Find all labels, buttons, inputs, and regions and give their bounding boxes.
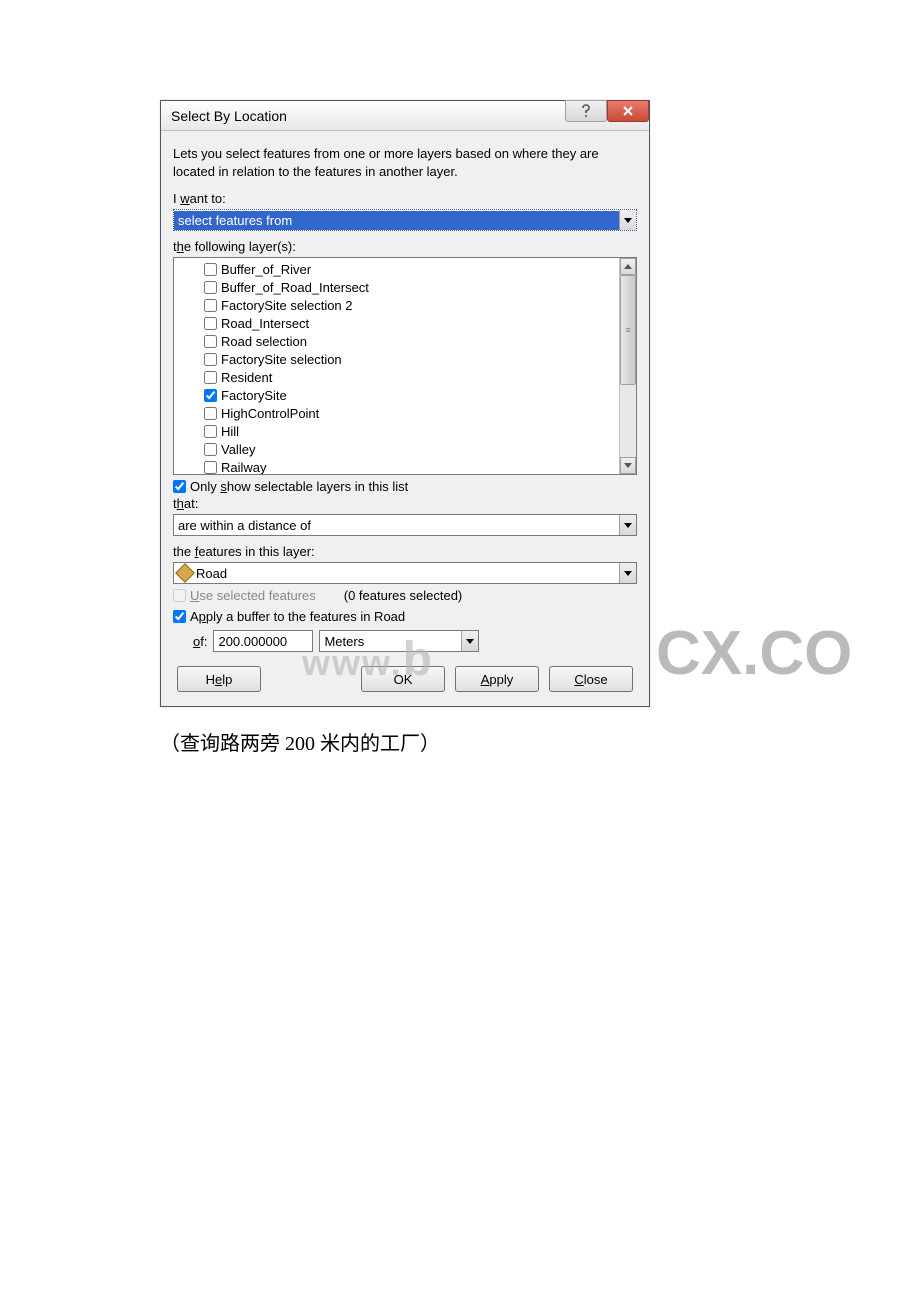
feature-layer-name: Road: [196, 566, 227, 581]
help-button[interactable]: Help: [177, 666, 261, 692]
titlebar: Select By Location: [161, 101, 649, 131]
ok-button[interactable]: OK: [361, 666, 445, 692]
close-button[interactable]: [607, 100, 649, 122]
layer-checkbox[interactable]: [204, 443, 217, 456]
button-row: Help OK Apply Close: [173, 666, 637, 692]
layer-item[interactable]: Buffer_of_River: [204, 260, 619, 278]
scroll-thumb[interactable]: [620, 275, 636, 385]
layer-label: Road selection: [221, 334, 307, 349]
scroll-track[interactable]: [620, 275, 636, 457]
layer-checkbox[interactable]: [204, 335, 217, 348]
use-selected-features-row: Use selected features (0 features select…: [173, 588, 637, 603]
buffer-unit-value: Meters: [320, 634, 461, 649]
layer-item[interactable]: HighControlPoint: [204, 404, 619, 422]
layer-checkbox[interactable]: [204, 353, 217, 366]
question-icon: [580, 104, 592, 118]
layer-checkbox[interactable]: [204, 461, 217, 474]
layer-label: Buffer_of_River: [221, 262, 311, 277]
layer-checkbox[interactable]: [204, 263, 217, 276]
only-show-selectable-checkbox[interactable]: [173, 480, 186, 493]
layer-checkbox[interactable]: [204, 407, 217, 420]
layer-item[interactable]: Hill: [204, 422, 619, 440]
feature-layer-value: Road: [174, 566, 619, 581]
buffer-input-row: of: Meters: [193, 630, 637, 652]
apply-buffer-row: Apply a buffer to the features in Road: [173, 609, 637, 624]
layer-label: HighControlPoint: [221, 406, 319, 421]
feature-layer-dropdown[interactable]: Road: [173, 562, 637, 584]
layer-label: Valley: [221, 442, 255, 457]
titlebar-buttons: [565, 101, 649, 130]
layer-checkbox[interactable]: [204, 389, 217, 402]
layer-checkbox[interactable]: [204, 281, 217, 294]
scrollbar[interactable]: [619, 258, 636, 474]
features-selected-count: (0 features selected): [344, 588, 463, 603]
layer-item[interactable]: FactorySite: [204, 386, 619, 404]
layer-list: Buffer_of_River Buffer_of_Road_Intersect…: [173, 257, 637, 475]
layer-label: FactorySite: [221, 388, 287, 403]
dropdown-arrow-icon: [619, 515, 636, 535]
help-icon-button[interactable]: [565, 100, 607, 122]
layer-item[interactable]: Railway: [204, 458, 619, 475]
that-dropdown[interactable]: are within a distance of: [173, 514, 637, 536]
caption-text: （查询路两旁 200 米内的工厂）: [160, 727, 760, 756]
of-label: of:: [193, 634, 207, 649]
that-label: that:: [173, 496, 637, 511]
apply-buffer-checkbox[interactable]: [173, 610, 186, 623]
layer-label: Hill: [221, 424, 239, 439]
that-value: are within a distance of: [174, 516, 619, 535]
description-text: Lets you select features from one or mor…: [173, 145, 637, 181]
layer-checkbox[interactable]: [204, 425, 217, 438]
close-icon: [622, 105, 634, 117]
layer-item[interactable]: Resident: [204, 368, 619, 386]
layer-label: FactorySite selection 2: [221, 298, 353, 313]
dialog-content: Lets you select features from one or mor…: [161, 131, 649, 706]
features-in-layer-label: the features in this layer:: [173, 544, 637, 559]
scroll-up-icon[interactable]: [620, 258, 636, 275]
layer-label: FactorySite selection: [221, 352, 342, 367]
layer-checkbox[interactable]: [204, 299, 217, 312]
dialog-title: Select By Location: [171, 108, 287, 124]
i-want-to-value: select features from: [174, 211, 619, 230]
layer-diamond-icon: [175, 563, 195, 583]
buffer-value-input[interactable]: [213, 630, 313, 652]
only-show-selectable-row: Only show selectable layers in this list: [173, 479, 637, 494]
dropdown-arrow-icon: [619, 210, 636, 230]
i-want-to-label: I want to:: [173, 191, 637, 206]
scroll-down-icon[interactable]: [620, 457, 636, 474]
dropdown-arrow-icon: [619, 563, 636, 583]
i-want-to-dropdown[interactable]: select features from: [173, 209, 637, 231]
apply-button[interactable]: Apply: [455, 666, 539, 692]
layer-label: Railway: [221, 460, 267, 475]
only-show-selectable-label: Only show selectable layers in this list: [190, 479, 408, 494]
layer-label: Road_Intersect: [221, 316, 309, 331]
layer-label: Resident: [221, 370, 272, 385]
apply-buffer-label: Apply a buffer to the features in Road: [190, 609, 405, 624]
use-selected-features-checkbox: [173, 589, 186, 602]
layer-checkbox[interactable]: [204, 371, 217, 384]
dropdown-arrow-icon: [461, 631, 478, 651]
close-dialog-button[interactable]: Close: [549, 666, 633, 692]
watermark-text: CX.CO: [656, 618, 852, 689]
buffer-unit-dropdown[interactable]: Meters: [319, 630, 479, 652]
layer-item[interactable]: FactorySite selection: [204, 350, 619, 368]
layer-item[interactable]: Buffer_of_Road_Intersect: [204, 278, 619, 296]
use-selected-features-label: Use selected features: [190, 588, 316, 603]
select-by-location-dialog: Select By Location Lets you select featu…: [160, 100, 650, 707]
layer-item[interactable]: Road_Intersect: [204, 314, 619, 332]
following-layers-label: the following layer(s):: [173, 239, 637, 254]
layer-item[interactable]: FactorySite selection 2: [204, 296, 619, 314]
layer-item[interactable]: Road selection: [204, 332, 619, 350]
layer-item[interactable]: Valley: [204, 440, 619, 458]
layer-label: Buffer_of_Road_Intersect: [221, 280, 369, 295]
layer-checkbox[interactable]: [204, 317, 217, 330]
layer-items: Buffer_of_River Buffer_of_Road_Intersect…: [174, 258, 619, 474]
